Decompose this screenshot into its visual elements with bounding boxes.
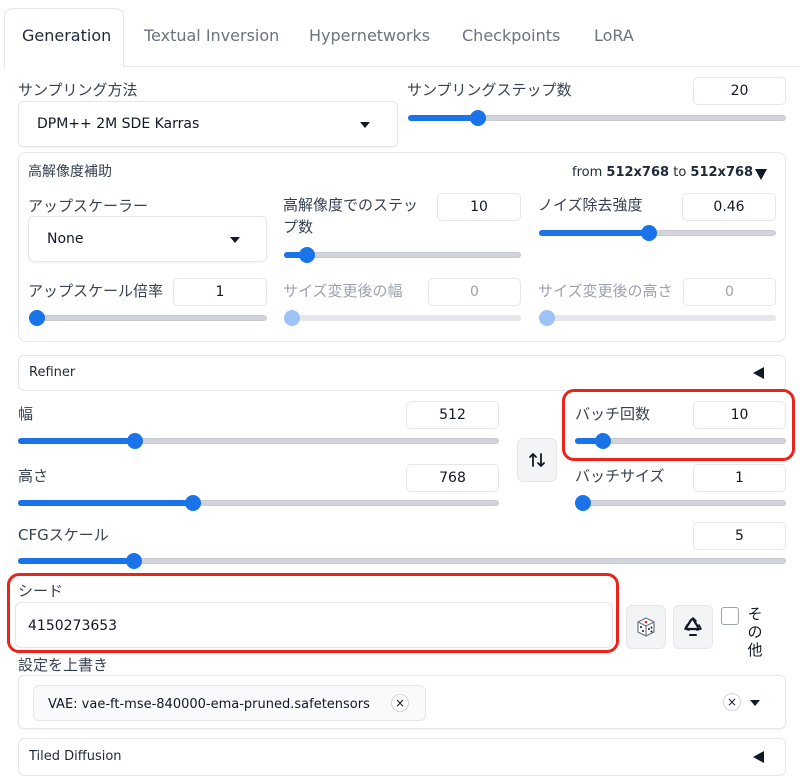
tab-generation[interactable]: Generation (22, 26, 111, 45)
slider-fill (18, 500, 194, 506)
hires-steps-slider[interactable] (284, 247, 521, 263)
denoise-input[interactable]: 0.46 (682, 193, 776, 221)
sampling-steps-input[interactable]: 20 (693, 77, 786, 105)
chevron-down-icon (360, 122, 370, 128)
random-seed-button[interactable] (626, 605, 666, 649)
upscaler-dropdown[interactable]: None (28, 216, 267, 262)
tab-underline (124, 66, 800, 67)
upscaler-label: アップスケーラー (28, 197, 149, 215)
override-settings-label: 設定を上書き (18, 656, 109, 674)
sampling-method-value: DPM++ 2M SDE Karras (37, 116, 200, 132)
slider-fill (18, 438, 136, 444)
sampling-method-label: サンプリング方法 (18, 81, 138, 99)
tab-bar: Generation Textual Inversion Hypernetwor… (0, 0, 800, 68)
slider-fill (18, 558, 134, 564)
chevron-down-icon (230, 237, 240, 243)
extra-seed-label-text: その他 (747, 605, 763, 659)
slider-thumb[interactable] (125, 553, 142, 569)
hires-steps-label-line2: プ数 (283, 218, 314, 236)
to-prefix: to (673, 165, 687, 180)
tab-lora[interactable]: LoRA (594, 26, 634, 45)
from-value: 512x768 (606, 165, 670, 180)
height-slider[interactable] (18, 495, 499, 511)
tab-textual-inversion[interactable]: Textual Inversion (144, 26, 279, 45)
tab-checkpoints[interactable]: Checkpoints (462, 26, 560, 45)
sampling-steps-label: サンプリングステップ数 (407, 81, 572, 99)
sampling-method-dropdown[interactable]: DPM++ 2M SDE Karras (18, 101, 398, 147)
resize-height-label: サイズ変更後の高さ (538, 282, 673, 300)
slider-thumb[interactable] (640, 225, 657, 241)
slider-fill (539, 230, 649, 236)
cfg-scale-slider[interactable] (18, 553, 786, 569)
hires-title: 高解像度補助 (28, 164, 112, 180)
highlight-batch-count (562, 389, 795, 461)
slider-thumb[interactable] (539, 310, 555, 326)
resize-width-label: サイズ変更後の幅 (283, 282, 403, 300)
slider-track (284, 252, 521, 258)
hires-steps-label: 高解像度でのステッ プ数 (283, 194, 418, 238)
refiner-title: Refiner (29, 365, 76, 380)
width-slider[interactable] (18, 433, 499, 449)
hires-steps-input[interactable]: 10 (437, 193, 521, 221)
upscale-factor-label: アップスケール倍率 (28, 282, 164, 300)
slider-thumb[interactable] (127, 433, 144, 449)
recycle-icon (684, 617, 702, 636)
sampling-steps-slider[interactable] (408, 110, 786, 126)
resize-width-slider[interactable] (284, 310, 521, 326)
extra-seed-label: その他 (746, 605, 764, 659)
extra-seed-checkbox[interactable] (721, 607, 739, 625)
batch-size-slider[interactable] (575, 495, 786, 511)
chevron-down-icon[interactable] (750, 700, 760, 706)
refiner-accordion[interactable]: Refiner (18, 355, 786, 391)
dice-icon (637, 617, 655, 637)
reuse-seed-button[interactable] (673, 605, 713, 649)
tiled-diffusion-title: Tiled Diffusion (29, 749, 122, 764)
remove-chip-icon[interactable]: × (391, 694, 409, 712)
slider-track (29, 315, 267, 321)
collapse-toggle-icon[interactable] (755, 169, 767, 180)
override-settings-multiselect[interactable]: VAE: vae-ft-mse-840000-ema-pruned.safete… (18, 675, 786, 729)
slider-track (575, 500, 786, 506)
slider-thumb[interactable] (575, 495, 591, 511)
width-label: 幅 (18, 405, 34, 423)
hires-steps-label-line1: 高解像度でのステッ (283, 196, 419, 214)
expand-toggle-icon[interactable] (753, 751, 764, 763)
slider-thumb[interactable] (29, 310, 45, 326)
resize-height-slider[interactable] (539, 310, 776, 326)
swap-arrows-icon (529, 453, 545, 467)
cfg-scale-input[interactable]: 5 (693, 522, 786, 550)
upscale-factor-slider[interactable] (29, 310, 267, 326)
slider-track (539, 315, 776, 321)
override-chip-text: VAE: vae-ft-mse-840000-ema-pruned.safete… (48, 697, 370, 712)
expand-toggle-icon[interactable] (753, 367, 764, 379)
cfg-scale-label: CFGスケール (18, 526, 109, 544)
height-label: 高さ (18, 467, 49, 485)
to-value: 512x768 (690, 165, 754, 180)
resize-height-input[interactable]: 0 (683, 278, 776, 306)
from-prefix: from (572, 165, 603, 180)
override-chip[interactable]: VAE: vae-ft-mse-840000-ema-pruned.safete… (33, 685, 426, 721)
height-input[interactable]: 768 (406, 464, 499, 492)
upscaler-value: None (47, 231, 84, 247)
slider-thumb[interactable] (469, 110, 486, 126)
slider-track (284, 315, 521, 321)
hires-resolution-info: from 512x768 to 512x768 (572, 165, 753, 180)
upscale-factor-input[interactable]: 1 (173, 278, 267, 306)
highlight-seed (7, 573, 619, 653)
width-input[interactable]: 512 (406, 401, 499, 429)
batch-size-label: バッチサイズ (575, 467, 665, 485)
tiled-diffusion-accordion[interactable]: Tiled Diffusion (18, 738, 786, 776)
batch-size-input[interactable]: 1 (693, 464, 786, 492)
slider-thumb[interactable] (299, 247, 316, 263)
slider-thumb[interactable] (284, 310, 300, 326)
denoise-slider[interactable] (539, 225, 776, 241)
resize-width-input[interactable]: 0 (428, 278, 521, 306)
clear-all-icon[interactable]: × (723, 693, 741, 711)
slider-fill (408, 115, 478, 121)
denoise-label: ノイズ除去強度 (538, 196, 643, 214)
slider-thumb[interactable] (185, 495, 202, 511)
swap-dimensions-button[interactable] (517, 438, 557, 482)
tab-hypernetworks[interactable]: Hypernetworks (309, 26, 430, 45)
